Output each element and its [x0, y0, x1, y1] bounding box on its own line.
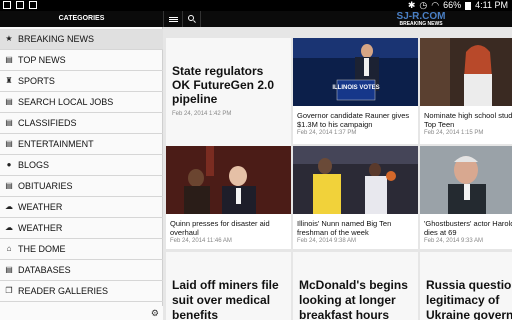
category-weather[interactable]: ☁ WEATHER — [0, 218, 163, 239]
story-tile[interactable]: 'Ghostbusters' actor Harold Ramis dies a… — [420, 146, 512, 249]
story-title: Illinois' Nunn named Big Ten freshman of… — [297, 219, 392, 237]
cloud-icon: ☁ — [5, 223, 13, 232]
category-label: READER GALLERIES — [18, 286, 109, 296]
category-search-local-jobs[interactable]: ▤ SEARCH LOCAL JOBS — [0, 92, 163, 113]
story-title: Nominate high school students for Top Te… — [424, 111, 512, 129]
story-photo: ILLINOIS VOTES — [293, 38, 418, 106]
story-tile[interactable]: ILLINOIS VOTES Governor candidate Rauner… — [293, 38, 418, 144]
gallery-icon: ❐ — [5, 286, 13, 295]
category-weather[interactable]: ☁ WEATHER — [0, 197, 163, 218]
story-tile[interactable]: Russia questions legitimacy of Ukraine g… — [420, 252, 512, 320]
section-label: BREAKING NEWS — [399, 21, 443, 27]
story-title: 'Ghostbusters' actor Harold Ramis dies a… — [424, 219, 512, 237]
category-label: BLOGS — [18, 160, 50, 170]
story-photo — [293, 146, 418, 214]
category-label: BREAKING NEWS — [18, 34, 95, 44]
category-label: DATABASES — [18, 265, 71, 275]
grid-icon: ▤ — [5, 118, 13, 127]
category-label: SPORTS — [18, 76, 55, 86]
sign-text: ILLINOIS VOTES — [332, 85, 379, 91]
drawer-title: CATEGORIES — [58, 15, 105, 22]
gear-icon[interactable]: ⚙ — [151, 308, 159, 318]
story-tile[interactable]: McDonald's begins looking at longer brea… — [293, 252, 418, 320]
story-title: State regulators OK FutureGen 2.0 pipeli… — [172, 64, 275, 106]
story-photo — [166, 146, 291, 214]
category-breaking-news[interactable]: ★ BREAKING NEWS — [0, 29, 163, 50]
story-title: McDonald's begins looking at longer brea… — [299, 278, 408, 320]
bluetooth-icon: ✱ — [407, 0, 416, 10]
category-label: TOP NEWS — [18, 55, 66, 65]
app-toolbar: CATEGORIES SJ-R.COM BREAKING NEWS — [0, 11, 512, 27]
story-date: Feb 24, 2014 1:15 PM — [424, 130, 484, 136]
story-tile[interactable]: Laid off miners file suit over medical b… — [166, 252, 291, 320]
story-photo — [420, 146, 512, 214]
story-date: Feb 24, 2014 1:42 PM — [172, 111, 232, 117]
battery-percent: 66% — [443, 0, 462, 10]
story-date: Feb 24, 2014 9:33 AM — [424, 238, 484, 244]
status-bar: ✱ ◷ ◠ 66% 4:11 PM — [0, 0, 512, 11]
grid-icon: ▤ — [5, 265, 13, 274]
category-label: SEARCH LOCAL JOBS — [18, 97, 114, 107]
category-top-news[interactable]: ▤ TOP NEWS — [0, 50, 163, 71]
story-title: Governor candidate Rauner gives $1.3M to… — [297, 111, 410, 129]
grid-icon: ▤ — [5, 55, 13, 64]
star-icon: ★ — [5, 34, 13, 43]
clock: 4:11 PM — [475, 0, 508, 10]
category-label: WEATHER — [18, 223, 63, 233]
category-obituaries[interactable]: ▤ OBITUARIES — [0, 176, 163, 197]
story-title: Quinn presses for disaster aid overhaul — [170, 219, 270, 237]
category-sports[interactable]: ♜ SPORTS — [0, 71, 163, 92]
story-photo — [420, 38, 512, 106]
search-button[interactable] — [183, 11, 201, 27]
category-label: OBITUARIES — [18, 181, 73, 191]
category-databases[interactable]: ▤ DATABASES — [0, 260, 163, 281]
wifi-icon: ◠ — [431, 0, 440, 10]
category-classifieds[interactable]: ▤ CLASSIFIEDS — [0, 113, 163, 134]
trophy-icon: ♜ — [5, 76, 13, 85]
download-icon — [3, 1, 11, 9]
battery-icon — [465, 1, 472, 10]
category-entertainment[interactable]: ▤ ENTERTAINMENT — [0, 134, 163, 155]
story-tile[interactable]: Nominate high school students for Top Te… — [420, 38, 512, 144]
story-date: Feb 24, 2014 1:37 PM — [297, 130, 357, 136]
story-tile[interactable]: Quinn presses for disaster aid overhaul … — [166, 146, 291, 249]
category-drawer: ★ BREAKING NEWS ▤ TOP NEWS ♜ SPORTS ▤ SE… — [0, 27, 163, 320]
category-blogs[interactable]: ● BLOGS — [0, 155, 163, 176]
story-tile[interactable]: Illinois' Nunn named Big Ten freshman of… — [293, 146, 418, 249]
drawer-footer: ⚙ — [0, 306, 163, 320]
grid-icon: ▤ — [5, 139, 13, 148]
story-date: Feb 24, 2014 11:46 AM — [170, 238, 232, 244]
menu-button[interactable] — [163, 11, 183, 27]
brand-logo[interactable]: SJ-R.COM BREAKING NEWS — [396, 11, 446, 27]
category-label: CLASSIFIEDS — [18, 118, 77, 128]
grid-icon: ▤ — [5, 181, 13, 190]
image-icon — [16, 1, 24, 9]
category-reader-galleries[interactable]: ❐ READER GALLERIES — [0, 281, 163, 302]
category-label: WEATHER — [18, 202, 63, 212]
alarm-icon: ◷ — [419, 0, 428, 10]
story-date: Feb 24, 2014 9:38 AM — [297, 238, 357, 244]
category-label: THE DOME — [18, 244, 66, 254]
category-label: ENTERTAINMENT — [18, 139, 94, 149]
pin-icon: ● — [6, 160, 12, 169]
story-title: Laid off miners file suit over medical b… — [172, 278, 279, 320]
grid-icon: ▤ — [5, 97, 13, 106]
building-icon: ⌂ — [6, 244, 12, 253]
bag-icon — [29, 1, 37, 9]
story-title: Russia questions legitimacy of Ukraine g… — [426, 278, 512, 320]
cloud-icon: ☁ — [5, 202, 13, 211]
category-the-dome[interactable]: ⌂ THE DOME — [0, 239, 163, 260]
